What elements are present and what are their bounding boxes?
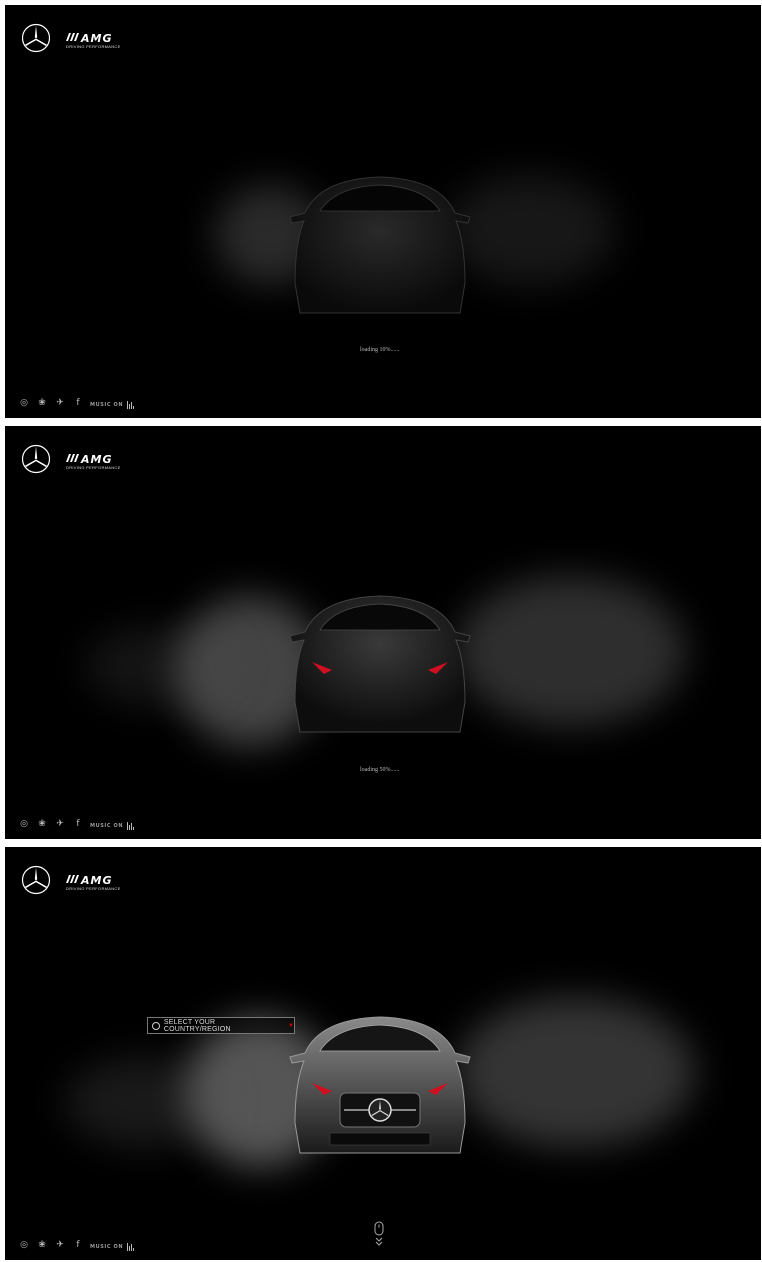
facebook-icon[interactable]: f (71, 397, 85, 409)
landing-screen: AMG DRIVING PERFORMANCE SELECT YOUR COUN… (5, 847, 761, 1260)
facebook-icon[interactable]: f (71, 1239, 85, 1251)
music-toggle[interactable]: MUSIC ON (90, 401, 135, 409)
music-label: MUSIC ON (90, 402, 124, 408)
mercedes-star-logo[interactable] (21, 23, 51, 53)
social-links: ◎ ❀ ✈ f (17, 818, 85, 830)
caret-down-icon: ▼ (288, 1022, 294, 1029)
equalizer-icon (127, 401, 135, 409)
social-links: ◎ ❀ ✈ f (17, 397, 85, 409)
weibo-icon[interactable]: ◎ (17, 1239, 31, 1251)
music-toggle[interactable]: MUSIC ON (90, 822, 135, 830)
wechat-icon[interactable]: ❀ (35, 818, 49, 830)
region-select-label: SELECT YOUR COUNTRY/REGION (163, 1018, 231, 1033)
amg-stripes-icon (66, 454, 79, 462)
mercedes-star-logo[interactable] (21, 865, 51, 895)
car-image (289, 1016, 471, 1154)
amg-stripes-icon (66, 875, 79, 883)
music-label: MUSIC ON (90, 823, 124, 829)
country-region-select[interactable]: SELECT YOUR COUNTRY/REGION ▼ (147, 1017, 295, 1034)
twitter-icon[interactable]: ✈ (53, 1239, 67, 1251)
equalizer-icon (127, 822, 135, 830)
equalizer-icon (127, 1243, 135, 1251)
wechat-icon[interactable]: ❀ (35, 1239, 49, 1251)
amg-tagline: DRIVING PERFORMANCE (66, 886, 121, 891)
weibo-icon[interactable]: ◎ (17, 397, 31, 409)
twitter-icon[interactable]: ✈ (53, 818, 67, 830)
loading-text: loading 10%...... (360, 347, 400, 353)
amg-tagline: DRIVING PERFORMANCE (66, 465, 121, 470)
music-label: MUSIC ON (90, 1244, 124, 1250)
social-links: ◎ ❀ ✈ f (17, 1239, 85, 1251)
wechat-icon[interactable]: ❀ (35, 397, 49, 409)
mercedes-star-logo[interactable] (21, 444, 51, 474)
loading-screen-50: AMG DRIVING PERFORMANCE loading 50%.....… (5, 426, 761, 839)
weibo-icon[interactable]: ◎ (17, 818, 31, 830)
twitter-icon[interactable]: ✈ (53, 397, 67, 409)
loading-text: loading 50%...... (360, 767, 400, 773)
car-silhouette (289, 595, 471, 733)
loading-screen-10: AMG DRIVING PERFORMANCE loading 10%.....… (5, 5, 761, 418)
amg-tagline: DRIVING PERFORMANCE (66, 44, 121, 49)
globe-icon (152, 1021, 160, 1030)
amg-stripes-icon (66, 33, 79, 41)
car-silhouette (289, 176, 471, 314)
music-toggle[interactable]: MUSIC ON (90, 1243, 135, 1251)
scroll-mouse-icon[interactable] (373, 1221, 385, 1247)
facebook-icon[interactable]: f (71, 818, 85, 830)
